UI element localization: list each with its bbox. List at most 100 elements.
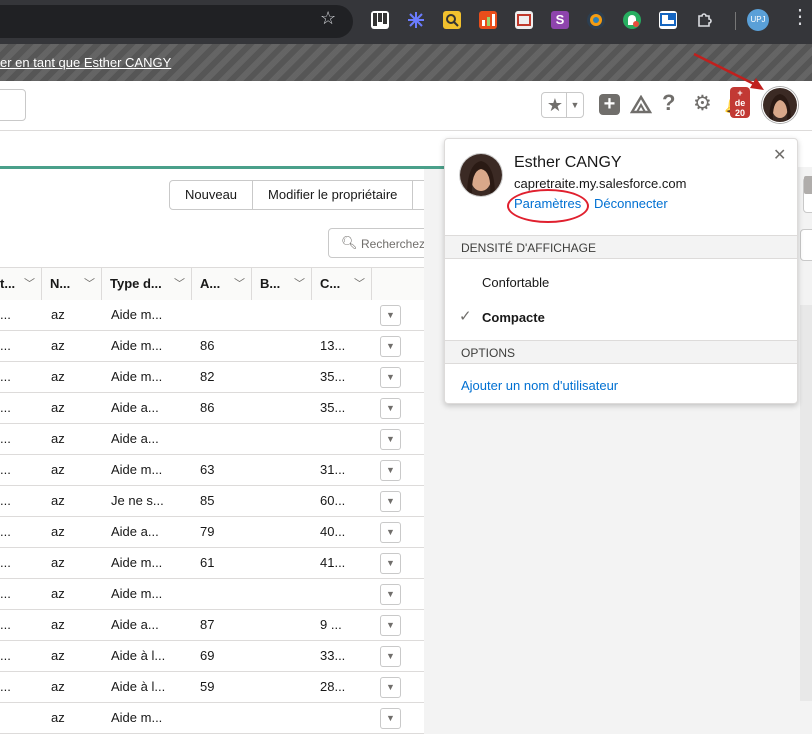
extension-window-icon[interactable]	[515, 11, 533, 29]
table-cell: Aide m...	[111, 555, 163, 570]
login-as-link[interactable]: er en tant que Esther CANGY	[0, 55, 171, 70]
annotation-arrow	[693, 52, 764, 90]
row-actions-chevron-icon[interactable]: ▼	[380, 584, 401, 605]
close-icon[interactable]: ✕	[773, 147, 786, 165]
table-cell: Aide à l...	[111, 679, 166, 694]
row-actions-chevron-icon[interactable]: ▼	[380, 336, 401, 357]
global-actions-plus-icon[interactable]: +	[599, 94, 620, 115]
table-row: ... az Aide m... 63 31... ▼	[0, 455, 424, 486]
extension-trello-icon[interactable]	[371, 11, 389, 29]
column-header[interactable]: N... ﹀	[42, 268, 102, 300]
row-actions-chevron-icon[interactable]: ▼	[380, 367, 401, 388]
row-actions-chevron-icon[interactable]: ▼	[380, 646, 401, 667]
table-cell: Aide m...	[111, 462, 163, 477]
table-cell: Je ne s...	[111, 493, 164, 508]
table-cell: ...	[0, 524, 11, 539]
row-actions-chevron-icon[interactable]: ▼	[380, 677, 401, 698]
column-header[interactable]: A... ﹀	[192, 268, 252, 300]
favorites-dropdown-icon[interactable]: ▼	[566, 93, 583, 117]
table-row: ... az Aide m... 61 41... ▼	[0, 548, 424, 579]
offscreen-input[interactable]	[800, 229, 812, 261]
table-cell: 79	[200, 524, 215, 539]
density-option-compact[interactable]: Compacte	[482, 310, 545, 325]
extension-search-icon[interactable]	[443, 11, 461, 29]
table-cell: Aide m...	[111, 710, 163, 725]
trailhead-icon[interactable]	[629, 94, 653, 115]
table-row: ... az Aide à l... 59 28... ▼	[0, 672, 424, 703]
chevron-down-icon[interactable]: ﹀	[24, 268, 35, 300]
favorites-button-group[interactable]: ★ ▼	[541, 92, 584, 118]
chevron-down-icon[interactable]: ﹀	[234, 268, 245, 300]
chevron-down-icon[interactable]: ﹀	[354, 268, 365, 300]
row-actions-chevron-icon[interactable]: ▼	[380, 429, 401, 450]
extension-ghost-icon[interactable]	[623, 11, 641, 29]
table-row: ... az Aide a... 79 40... ▼	[0, 517, 424, 548]
density-option-comfy[interactable]: Confortable	[482, 275, 549, 290]
column-header[interactable]: B... ﹀	[252, 268, 312, 300]
help-icon[interactable]: ?	[662, 91, 675, 115]
table-cell: az	[51, 617, 65, 632]
row-actions-chevron-icon[interactable]: ▼	[380, 522, 401, 543]
table-cell: ...	[0, 338, 11, 353]
row-actions-chevron-icon[interactable]: ▼	[380, 491, 401, 512]
row-actions-chevron-icon[interactable]: ▼	[380, 615, 401, 636]
add-username-link[interactable]: Ajouter un nom d'utilisateur	[461, 378, 618, 393]
column-label: N...	[50, 276, 71, 291]
table-cell: 35...	[320, 369, 346, 384]
setup-gear-icon[interactable]: ⚙	[693, 93, 712, 115]
avatar	[459, 153, 503, 197]
change-owner-button[interactable]: Modifier le propriétaire	[252, 180, 414, 210]
chevron-down-icon[interactable]: ﹀	[294, 268, 305, 300]
table-row: ... az Aide m... ▼	[0, 300, 424, 331]
badge-de: de	[734, 98, 746, 108]
chevron-down-icon[interactable]: ﹀	[174, 268, 185, 300]
favorites-star-icon[interactable]: ★	[544, 94, 566, 116]
column-header[interactable]: C... ﹀	[312, 268, 372, 300]
table-cell: Aide m...	[111, 338, 163, 353]
browser-profile-avatar[interactable]: UPJ	[747, 9, 769, 31]
table-row: ... az Je ne s... 85 60... ▼	[0, 486, 424, 517]
table-cell: 31...	[320, 462, 346, 477]
user-name: Esther CANGY	[514, 154, 622, 171]
list-view: Nouveau Modifier le propriétaire E 🔍︎ Re…	[0, 169, 468, 734]
bookmark-star-icon[interactable]: ☆	[320, 9, 336, 27]
logout-link[interactable]: Déconnecter	[594, 196, 668, 211]
global-search-input[interactable]	[0, 89, 26, 121]
row-actions-chevron-icon[interactable]: ▼	[380, 398, 401, 419]
browser-menu-icon[interactable]: ⋮	[790, 7, 810, 27]
table-cell: ...	[0, 617, 11, 632]
extension-globe-icon[interactable]	[587, 11, 605, 29]
table-cell: 63	[200, 462, 215, 477]
column-header[interactable]: Type d... ﹀	[102, 268, 192, 300]
row-actions-chevron-icon[interactable]: ▼	[380, 305, 401, 326]
table-cell: ...	[0, 369, 11, 384]
extension-asterisk-icon[interactable]	[407, 11, 425, 29]
extension-chart-icon[interactable]	[479, 11, 497, 29]
column-header[interactable]: t... ﹀	[0, 268, 42, 300]
offscreen-tab[interactable]	[804, 176, 812, 194]
row-actions-chevron-icon[interactable]: ▼	[380, 553, 401, 574]
column-label: t...	[0, 276, 16, 291]
chevron-down-icon[interactable]: ﹀	[84, 268, 95, 300]
new-button[interactable]: Nouveau	[169, 180, 254, 210]
extension-screen-icon[interactable]	[659, 11, 677, 29]
table-cell: Aide à l...	[111, 648, 166, 663]
table-cell: 59	[200, 679, 215, 694]
address-bar[interactable]	[0, 5, 353, 38]
options-section-heading: OPTIONS	[445, 340, 797, 364]
table-cell: 9 ...	[320, 617, 342, 632]
table-cell: 28...	[320, 679, 346, 694]
table-row: az Aide m... ▼	[0, 703, 424, 734]
table-row: ... az Aide m... 86 13... ▼	[0, 331, 424, 362]
extension-s-icon[interactable]: S	[551, 11, 569, 29]
table-cell: az	[51, 586, 65, 601]
table-cell: 85	[200, 493, 215, 508]
table-cell: Aide a...	[111, 617, 159, 632]
extensions-puzzle-icon[interactable]	[695, 11, 713, 29]
scrollbar[interactable]	[800, 305, 812, 701]
column-label: C...	[320, 276, 341, 291]
table-cell: 33...	[320, 648, 346, 663]
row-actions-chevron-icon[interactable]: ▼	[380, 460, 401, 481]
row-actions-chevron-icon[interactable]: ▼	[380, 708, 401, 729]
table-header: t... ﹀ N... ﹀ Type d... ﹀ A... ﹀ B... ﹀ C... ﹀	[0, 267, 424, 301]
